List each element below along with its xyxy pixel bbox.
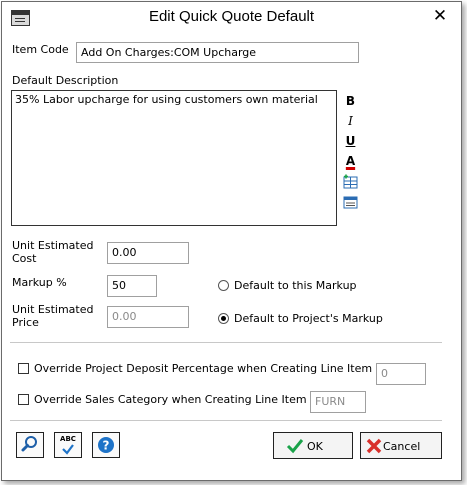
- item-code-field[interactable]: Add On Charges:COM Upcharge: [76, 42, 359, 63]
- divider: [10, 342, 442, 343]
- unit-price-field[interactable]: 0.00: [107, 306, 189, 328]
- item-code-label: Item Code: [12, 43, 69, 56]
- cancel-button[interactable]: Cancel: [360, 432, 442, 459]
- check-icon: [286, 439, 304, 454]
- unit-cost-field[interactable]: 0.00: [107, 242, 189, 264]
- spell-check-icon: [62, 444, 74, 455]
- unit-price-label: Unit Estimated Price: [12, 303, 94, 329]
- override-deposit-checkbox[interactable]: [18, 363, 29, 374]
- dialog-window: Edit Quick Quote Default ✕ Item Code Add…: [1, 1, 462, 481]
- title-bar: Edit Quick Quote Default ✕: [2, 2, 461, 32]
- description-textarea[interactable]: 35% Labor upcharge for using customers o…: [11, 90, 337, 226]
- ok-label: OK: [307, 440, 323, 453]
- search-icon: [21, 436, 37, 452]
- search-button[interactable]: [16, 432, 44, 458]
- underline-button[interactable]: U: [342, 133, 359, 150]
- divider: [10, 420, 442, 421]
- markup-label: Markup %: [12, 276, 67, 289]
- override-sales-checkbox[interactable]: [18, 394, 29, 405]
- default-this-markup-label: Default to this Markup: [234, 279, 357, 292]
- spell-check-label: ABC: [60, 435, 76, 443]
- ok-button[interactable]: OK: [273, 432, 353, 459]
- default-project-markup-radio[interactable]: [218, 313, 229, 324]
- spell-check-button[interactable]: ABC: [54, 432, 82, 458]
- cancel-x-icon: [366, 438, 382, 454]
- svg-text:?: ?: [103, 439, 110, 453]
- markup-field[interactable]: 50: [107, 275, 157, 297]
- bold-button[interactable]: B: [342, 93, 359, 110]
- font-color-button[interactable]: A: [342, 153, 359, 170]
- italic-button[interactable]: I: [342, 113, 359, 130]
- override-sales-label: Override Sales Category when Creating Li…: [34, 393, 307, 406]
- cancel-label: Cancel: [383, 440, 421, 453]
- help-button[interactable]: ?: [92, 432, 120, 458]
- dialog-title: Edit Quick Quote Default: [148, 8, 315, 25]
- insert-field-icon[interactable]: [342, 195, 359, 212]
- description-label: Default Description: [12, 74, 119, 87]
- sales-category-field[interactable]: FURN: [310, 391, 366, 413]
- insert-table-icon[interactable]: [342, 174, 359, 191]
- default-this-markup-radio[interactable]: [218, 280, 229, 291]
- help-icon: ?: [98, 437, 114, 453]
- unit-cost-label: Unit Estimated Cost: [12, 239, 94, 265]
- deposit-percentage-field[interactable]: 0: [376, 363, 426, 385]
- default-project-markup-label: Default to Project's Markup: [234, 312, 383, 325]
- override-deposit-label: Override Project Deposit Percentage when…: [34, 362, 373, 375]
- close-icon[interactable]: ✕: [430, 6, 450, 26]
